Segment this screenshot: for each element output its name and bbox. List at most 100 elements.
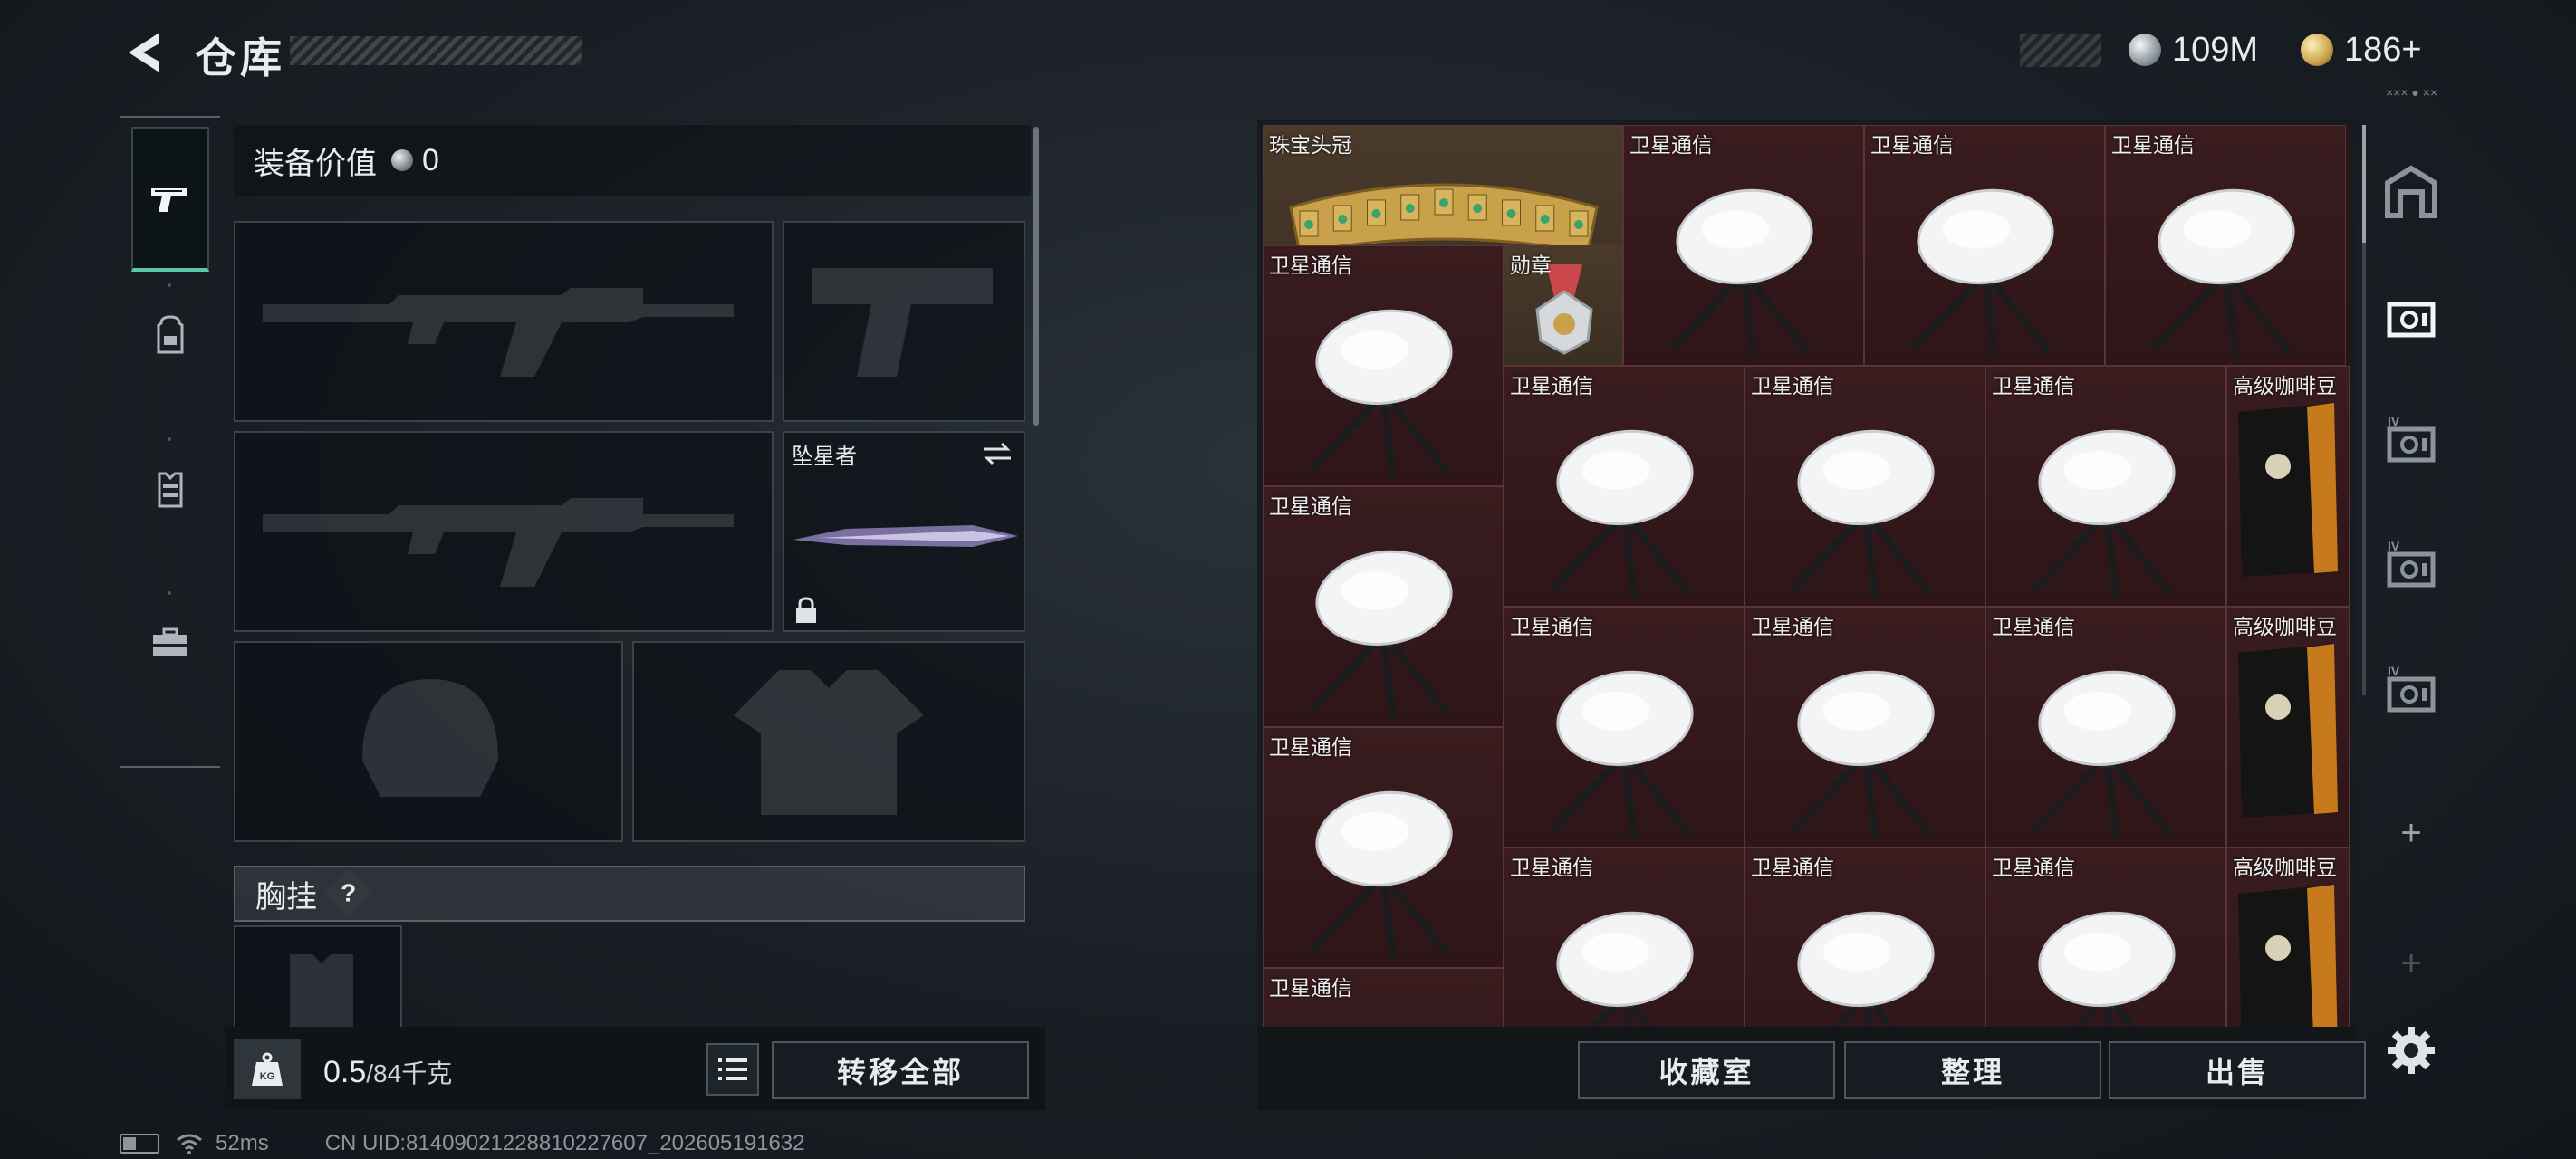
carry-weight-value: 0.5 xyxy=(323,1055,367,1089)
chest-rig-slot[interactable] xyxy=(234,925,402,1027)
storage-case-iv-tab[interactable]: IV xyxy=(2373,404,2449,480)
storage-item-name: 高级咖啡豆 xyxy=(2233,374,2337,398)
helmet-slot[interactable] xyxy=(234,641,623,842)
collection-room-button[interactable]: 收藏室 xyxy=(1578,1041,1835,1099)
storage-item-name: 卫星通信 xyxy=(1510,856,1593,879)
storage-item-dish[interactable]: 卫星通信 xyxy=(1263,727,1504,968)
storage-item-dish[interactable]: 卫星通信 xyxy=(1745,607,1985,848)
satellite-dish-icon xyxy=(1791,429,1935,599)
lock-icon xyxy=(796,597,816,623)
safe-house-tab[interactable] xyxy=(2373,154,2449,230)
storage-item-coffee[interactable]: 高级咖啡豆 xyxy=(2226,848,2350,1027)
wifi-icon xyxy=(177,1134,202,1154)
chest-rig-label: 胸挂 xyxy=(255,879,317,915)
melee-name: 坠星者 xyxy=(792,445,857,469)
storage-item-name: 卫星通信 xyxy=(1269,735,1352,759)
storage-item-coffee[interactable]: 高级咖啡豆 xyxy=(2226,366,2350,607)
secondary-weapon-slot[interactable] xyxy=(234,431,774,632)
storage-item-dish[interactable]: 卫星通信 xyxy=(1504,366,1745,607)
storage-item-dish[interactable]: 卫星通信 xyxy=(1745,848,1985,1027)
swap-icon[interactable] xyxy=(980,440,1014,467)
storage-case-iv-tab[interactable]: IV xyxy=(2373,654,2449,730)
add-storage-button-disabled[interactable]: + xyxy=(2393,945,2429,982)
equipment-value-bar: 装备价值 0 xyxy=(234,125,1031,196)
safe-house-icon xyxy=(2385,165,2437,218)
storage-item-name: 卫星通信 xyxy=(2111,133,2195,157)
storage-item-name: 卫星通信 xyxy=(1751,856,1834,879)
storage-item-dish[interactable]: 卫星通信 xyxy=(2105,125,2346,366)
storage-item-name: 勋章 xyxy=(1510,254,1552,277)
gold-amount: 186+ xyxy=(2344,30,2422,69)
satellite-dish-icon xyxy=(1669,188,1813,359)
satellite-dish-icon xyxy=(1791,670,1935,840)
svg-text:IV: IV xyxy=(2388,664,2400,678)
satellite-dish-icon xyxy=(2151,188,2295,359)
equipment-value-label: 装备价值 xyxy=(254,146,377,181)
storage-grid: 珠宝头冠 卫星通信 卫星通信 卫星通信 卫星通信 勋章 卫星通信 卫星通信 卫星… xyxy=(1263,125,2350,1027)
tab-weapon[interactable] xyxy=(131,127,209,272)
storage-item-dish[interactable]: 卫星通信 xyxy=(1504,607,1745,848)
vest-silhouette-icon xyxy=(734,670,924,815)
pistol-icon xyxy=(151,188,187,212)
storage-item-name: 卫星通信 xyxy=(1751,615,1834,638)
storage-item-name: 卫星通信 xyxy=(1269,494,1352,518)
svg-text:IV: IV xyxy=(2388,414,2400,428)
transfer-all-button[interactable]: 转移全部 xyxy=(772,1041,1029,1099)
armor-slot[interactable] xyxy=(632,641,1025,842)
storage-item-dish[interactable]: 卫星通信 xyxy=(1263,245,1504,486)
vest-icon xyxy=(158,472,183,508)
tab-kit[interactable] xyxy=(131,570,209,715)
storage-item-dish[interactable]: 卫星通信 xyxy=(1985,607,2226,848)
storage-case-iv-tab[interactable]: IV xyxy=(2373,529,2449,605)
currency-decoration xyxy=(2020,34,2101,67)
storage-item-name: 高级咖啡豆 xyxy=(2233,615,2337,638)
storage-item-dish[interactable]: 卫星通信 xyxy=(1985,366,2226,607)
storage-item-medal[interactable]: 勋章 xyxy=(1504,245,1623,366)
equipment-scrollbar[interactable] xyxy=(1033,127,1039,426)
hud-indicator: ××× ● ×× xyxy=(2386,85,2438,100)
storage-item-coffee[interactable]: 高级咖啡豆 xyxy=(2226,607,2350,848)
storage-case-iv-icon: IV xyxy=(2387,664,2436,713)
storage-item-dish[interactable]: 卫星通信 xyxy=(1864,125,2105,366)
storage-item-dish[interactable]: 卫星通信 xyxy=(1985,848,2226,1027)
chest-rig-silhouette-icon xyxy=(290,954,353,1027)
gold-currency[interactable]: 186+ xyxy=(2301,27,2422,72)
add-storage-button[interactable]: + xyxy=(2393,815,2429,851)
silver-amount: 109M xyxy=(2172,30,2259,69)
storage-item-dish[interactable]: 卫星通信 xyxy=(1504,848,1745,1027)
satellite-dish-icon xyxy=(1309,550,1453,720)
storage-item-name: 卫星通信 xyxy=(1269,254,1352,277)
storage-item-dish[interactable]: 卫星通信 xyxy=(1263,968,1504,1027)
storage-item-name: 卫星通信 xyxy=(1269,976,1352,1000)
satellite-dish-icon xyxy=(1550,429,1694,599)
pistol-slot[interactable] xyxy=(783,221,1025,422)
storage-item-dish[interactable]: 卫星通信 xyxy=(1745,366,1985,607)
silver-currency[interactable]: 109M xyxy=(2129,27,2258,72)
status-bar: 52ms CN UID:81409021228810227607_2026051… xyxy=(120,1130,805,1157)
storage-case-tab[interactable] xyxy=(2373,279,2449,355)
list-view-button[interactable] xyxy=(706,1043,759,1096)
storage-item-dish[interactable]: 卫星通信 xyxy=(1263,486,1504,727)
satellite-dish-icon xyxy=(2032,429,2176,599)
storage-tab-scroll-thumb[interactable] xyxy=(2362,125,2366,243)
carry-weight: 0.5/84千克 xyxy=(323,1054,452,1090)
primary-weapon-slot[interactable] xyxy=(234,221,774,422)
storage-item-name: 高级咖啡豆 xyxy=(2233,856,2337,879)
satellite-dish-icon xyxy=(1309,790,1453,961)
storage-item-name: 珠宝头冠 xyxy=(1269,133,1352,157)
back-arrow-icon[interactable] xyxy=(118,25,172,80)
satellite-dish-icon xyxy=(1309,309,1453,479)
sort-button[interactable]: 整理 xyxy=(1844,1041,2101,1099)
settings-gear-icon[interactable] xyxy=(2384,1023,2438,1078)
storage-item-name: 卫星通信 xyxy=(1751,374,1834,398)
satellite-dish-icon xyxy=(1550,670,1694,840)
help-icon[interactable]: ? xyxy=(324,869,373,918)
tab-backpack[interactable] xyxy=(131,263,209,407)
storage-item-dish[interactable]: 卫星通信 xyxy=(1623,125,1864,366)
melee-slot[interactable]: 坠星者 xyxy=(783,431,1025,632)
coffee-bag-icon xyxy=(2238,644,2338,818)
knife-icon xyxy=(793,525,1018,547)
tab-armor[interactable] xyxy=(131,417,209,561)
carry-weight-capacity: /84千克 xyxy=(366,1059,453,1087)
sell-button[interactable]: 出售 xyxy=(2109,1041,2366,1099)
